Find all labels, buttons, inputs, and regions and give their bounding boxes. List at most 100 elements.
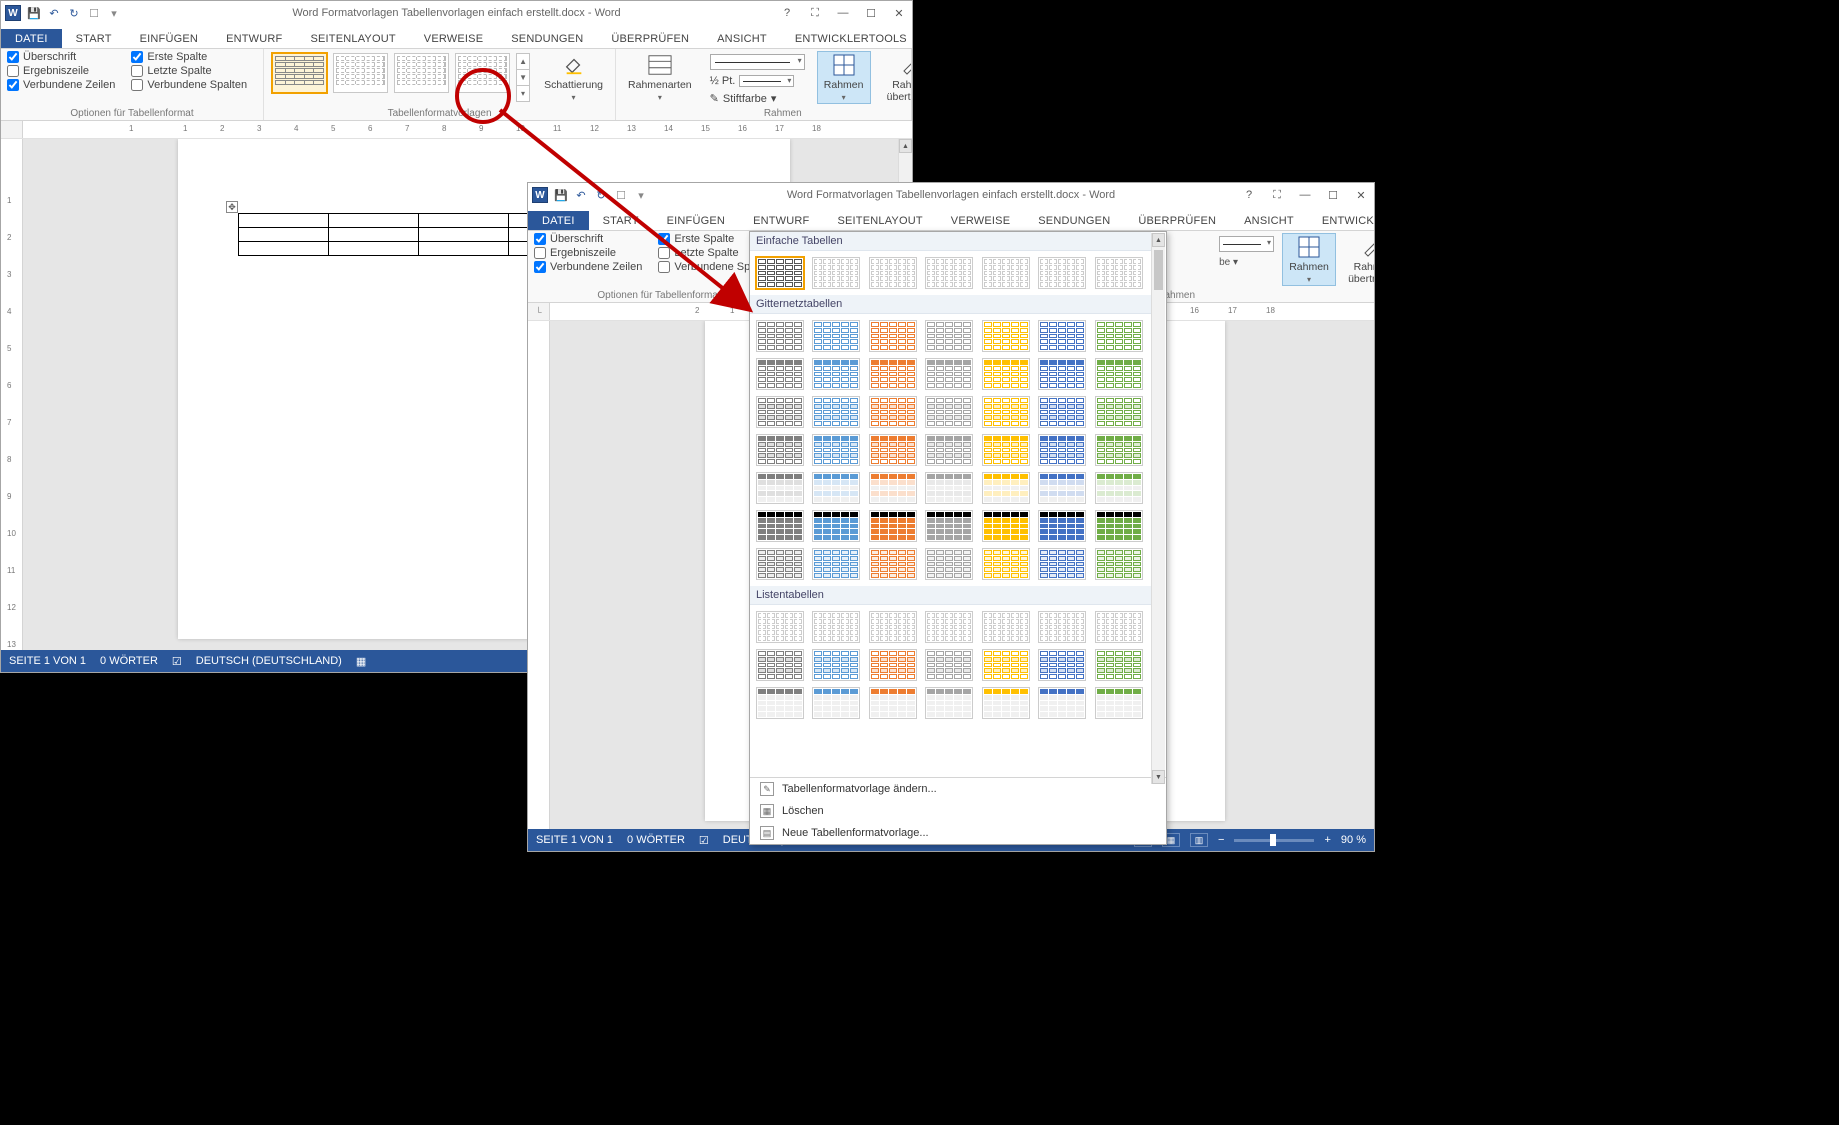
dropdown-scroll-area[interactable]: Einfache Tabellen Gitternetztabellen Lis… (750, 232, 1166, 777)
table-style-thumb[interactable] (869, 320, 917, 352)
tab-ansicht[interactable]: ANSICHT (703, 29, 781, 48)
dropdown-scrollbar[interactable]: ▲ ▼ (1151, 233, 1165, 784)
table-style-thumb[interactable] (925, 320, 973, 352)
table-style-thumb[interactable] (756, 510, 804, 542)
table-style-thumb[interactable] (1038, 548, 1086, 580)
opt-ergebniszeile[interactable]: Ergebniszeile (534, 247, 642, 259)
tab-sendungen[interactable]: SENDUNGEN (497, 29, 597, 48)
table-style-thumb[interactable] (869, 358, 917, 390)
status-language[interactable]: DEUTSCH (DEUTSCHLAND) (196, 655, 342, 667)
pen-color-dropdown[interactable]: ✎ Stiftfarbe ▾ (708, 91, 807, 106)
touch-mode-icon[interactable]: ☐ (614, 188, 628, 202)
redo-icon[interactable]: ↻ (594, 188, 608, 202)
tab-seitenlayout[interactable]: SEITENLAYOUT (296, 29, 409, 48)
pen-color-partial[interactable]: be ▾ (1217, 256, 1276, 269)
opt-verbundene-zeilen[interactable]: Verbundene Zeilen (534, 261, 642, 273)
qat-more-icon[interactable]: ▾ (107, 6, 121, 20)
table-style-thumb[interactable] (756, 472, 804, 504)
close-icon[interactable]: ✕ (1352, 189, 1370, 202)
line-style-dropdown[interactable]: ▾ (1217, 235, 1276, 253)
table-style-thumb[interactable] (812, 611, 860, 643)
table-style-thumb[interactable] (869, 687, 917, 719)
tab-sendungen[interactable]: SENDUNGEN (1024, 211, 1124, 230)
table-style-thumb[interactable] (1038, 320, 1086, 352)
table-style-thumb[interactable] (869, 548, 917, 580)
table-style-thumb[interactable] (869, 649, 917, 681)
touch-mode-icon[interactable]: ☐ (87, 6, 101, 20)
table-style-thumb[interactable] (812, 548, 860, 580)
zoom-slider[interactable] (1234, 839, 1314, 842)
table-move-handle-icon[interactable]: ✥ (226, 201, 238, 213)
table-style-thumb[interactable] (869, 257, 917, 289)
table-style-thumb[interactable] (812, 320, 860, 352)
save-icon[interactable]: 💾 (27, 6, 41, 20)
tab-datei[interactable]: DATEI (1, 29, 62, 48)
gallery-scroll-up-icon[interactable]: ▲ (517, 54, 529, 69)
maximize-icon[interactable]: ☐ (1324, 189, 1342, 202)
table-style-thumb[interactable] (925, 649, 973, 681)
vertical-ruler[interactable] (528, 321, 550, 829)
table-style-thumb[interactable] (812, 358, 860, 390)
table-style-thumb[interactable] (812, 257, 860, 289)
table-style-thumb[interactable] (1038, 687, 1086, 719)
help-icon[interactable]: ? (778, 7, 796, 20)
undo-icon[interactable]: ↶ (574, 188, 588, 202)
table-style-thumb[interactable] (869, 472, 917, 504)
scroll-up-icon[interactable]: ▲ (899, 139, 912, 153)
table-style-thumb[interactable] (869, 611, 917, 643)
opt-verbundene-zeilen[interactable]: Verbundene Zeilen (7, 79, 115, 91)
table-style-thumb[interactable] (756, 320, 804, 352)
menuitem-delete-style[interactable]: ▦ Löschen (750, 800, 1166, 822)
status-page[interactable]: SEITE 1 VON 1 (9, 655, 86, 667)
table-style-thumb[interactable] (869, 434, 917, 466)
shading-button[interactable]: Schattierung ▾ (538, 51, 609, 104)
ribbon-display-icon[interactable]: ⛶ (1268, 189, 1286, 202)
scroll-up-icon[interactable]: ▲ (1152, 233, 1165, 247)
horizontal-ruler[interactable]: 1123456789101112131415161718 (23, 121, 912, 138)
gallery-scroll-down-icon[interactable]: ▼ (517, 69, 529, 85)
table-style-thumb[interactable] (812, 434, 860, 466)
table-style-thumb[interactable] (982, 434, 1030, 466)
macro-icon[interactable]: ▦ (356, 655, 366, 668)
minimize-icon[interactable]: — (1296, 189, 1314, 202)
ribbon-display-icon[interactable]: ⛶ (806, 7, 824, 20)
table-style-thumb[interactable] (1095, 472, 1143, 504)
tab-entwicklertools[interactable]: ENTWICKLERTOOLS (1308, 211, 1375, 230)
menuitem-new-style[interactable]: ▤ Neue Tabellenformatvorlage... (750, 822, 1166, 844)
table-style-thumb[interactable] (925, 548, 973, 580)
zoom-level[interactable]: 90 % (1341, 834, 1366, 846)
table-style-thumb[interactable] (1095, 257, 1143, 289)
scroll-down-icon[interactable]: ▼ (1152, 770, 1165, 784)
table-style-thumb[interactable] (1095, 510, 1143, 542)
table-style-thumb[interactable] (1038, 611, 1086, 643)
view-web-icon[interactable]: ▥ (1190, 833, 1208, 847)
table-style-thumb[interactable] (756, 257, 804, 289)
table-style-thumb[interactable] (1095, 548, 1143, 580)
vertical-ruler[interactable]: 12345678910111213 (1, 139, 23, 650)
tab-datei[interactable]: DATEI (528, 211, 589, 230)
table-style-thumb[interactable] (925, 510, 973, 542)
table-style-thumb[interactable] (982, 358, 1030, 390)
redo-icon[interactable]: ↻ (67, 6, 81, 20)
table-style-thumb[interactable] (925, 358, 973, 390)
table-style-thumb[interactable] (1038, 649, 1086, 681)
borders-button[interactable]: Rahmen ▾ (817, 51, 871, 104)
table-style-thumb[interactable] (925, 396, 973, 428)
table-style-thumb[interactable] (1095, 434, 1143, 466)
help-icon[interactable]: ? (1240, 189, 1258, 202)
table-style-thumb[interactable] (1095, 611, 1143, 643)
opt-ergebniszeile[interactable]: Ergebniszeile (7, 65, 115, 77)
tab-ansicht[interactable]: ANSICHT (1230, 211, 1308, 230)
tab-einfuegen[interactable]: EINFÜGEN (653, 211, 739, 230)
table-style-thumb[interactable] (1038, 434, 1086, 466)
table-style-thumb[interactable] (869, 510, 917, 542)
table-style-thumb[interactable] (982, 320, 1030, 352)
table-style-thumb[interactable] (812, 396, 860, 428)
proofing-icon[interactable]: ☑ (699, 834, 709, 847)
table-style-thumb[interactable] (1038, 358, 1086, 390)
table-style-thumb[interactable] (812, 649, 860, 681)
tab-entwurf[interactable]: ENTWURF (739, 211, 823, 230)
opt-ueberschrift[interactable]: Überschrift (534, 233, 642, 245)
table-style-thumb[interactable] (1038, 510, 1086, 542)
undo-icon[interactable]: ↶ (47, 6, 61, 20)
